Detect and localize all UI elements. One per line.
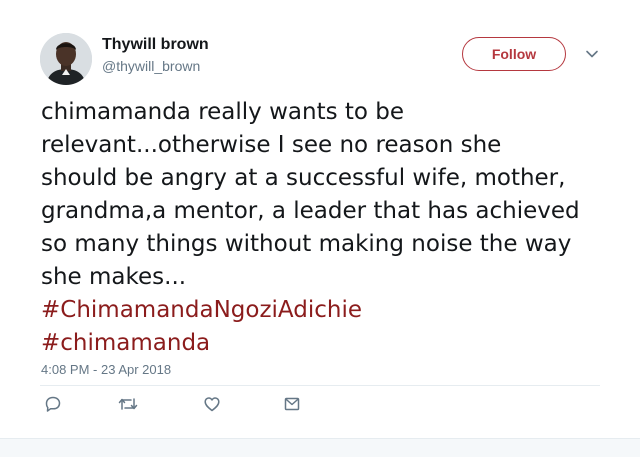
reply-button[interactable]: [42, 394, 64, 414]
tweet-text: chimamanda really wants to be relevant..…: [41, 96, 621, 360]
tweet-timestamp[interactable]: 4:08 PM - 23 Apr 2018: [41, 362, 171, 377]
tweet-text-line: she makes...: [41, 264, 187, 290]
retweet-button[interactable]: [117, 394, 139, 414]
tweet-text-line: grandma,a mentor, a leader that has achi…: [41, 198, 580, 224]
reply-icon: [45, 396, 61, 412]
user-avatar-photo: [40, 33, 92, 85]
card-footer-strip: [0, 438, 640, 457]
follow-button[interactable]: Follow: [462, 37, 566, 71]
direct-message-button[interactable]: [281, 394, 303, 414]
envelope-icon: [284, 397, 300, 411]
tweet-text-line: should be angry at a successful wife, mo…: [41, 165, 566, 191]
heart-icon: [204, 397, 220, 412]
tweet-card: Thywill brown @thywill_brown Follow chim…: [0, 0, 640, 457]
author-handle[interactable]: @thywill_brown: [102, 58, 200, 74]
hashtag-link[interactable]: #ChimamandaNgoziAdichie: [41, 294, 621, 327]
hashtag-link[interactable]: #chimamanda: [41, 327, 621, 360]
author-name[interactable]: Thywill brown: [102, 36, 209, 54]
like-button[interactable]: [201, 394, 223, 414]
tweet-text-line: so many things without making noise the …: [41, 231, 572, 257]
tweet-text-line: chimamanda really wants to be: [41, 99, 405, 125]
divider: [40, 385, 600, 386]
tweet-text-line: relevant...otherwise I see no reason she: [41, 132, 502, 158]
author-avatar[interactable]: [40, 33, 92, 85]
chevron-down-icon[interactable]: [583, 45, 601, 63]
retweet-icon: [118, 398, 138, 410]
